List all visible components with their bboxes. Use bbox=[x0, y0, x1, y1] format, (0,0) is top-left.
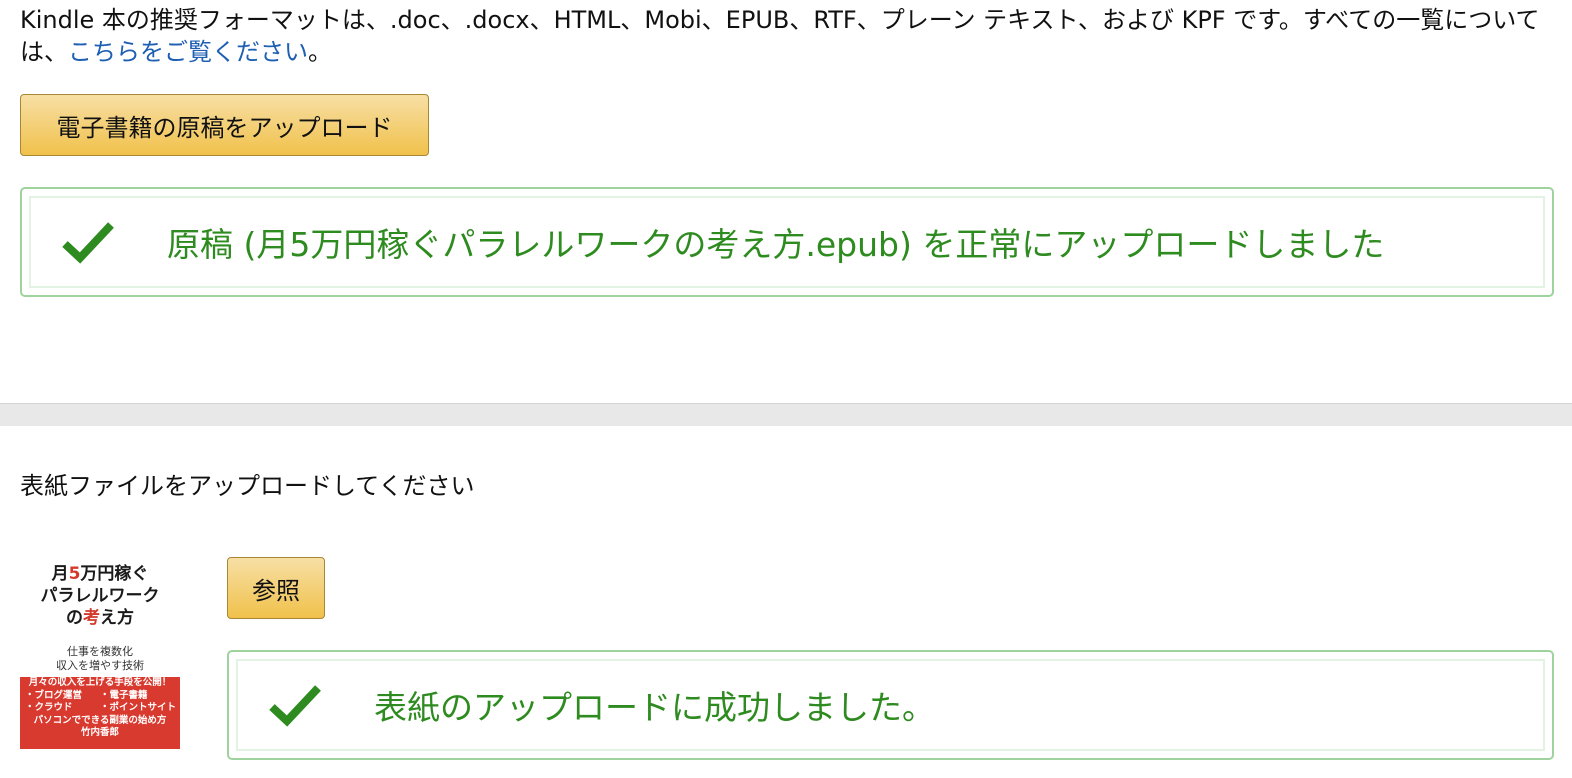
format-info-text: Kindle 本の推奨フォーマットは、.doc、.docx、HTML、Mobi、… bbox=[20, 4, 1560, 68]
cover-band-author: 竹内香郎 bbox=[80, 727, 119, 738]
cover-subtitle-line2: 収入を増やす技術 bbox=[56, 659, 144, 672]
cover-band-row: パソコンでできる副業の始め方 bbox=[20, 715, 180, 728]
manuscript-success-message: 原稿 (月5万円稼ぐパラレルワークの考え方.epub) を正常にアップロードしま… bbox=[167, 225, 1385, 264]
cover-success-alert-inner: 表紙のアップロードに成功しました。 bbox=[236, 659, 1545, 751]
cover-title-line1-a: 月 bbox=[51, 564, 69, 584]
cover-success-alert: 表紙のアップロードに成功しました。 bbox=[227, 650, 1554, 760]
cover-band-line1: 月々の収入を上げる手段を公開！ bbox=[28, 677, 172, 688]
cover-band-line3: パソコンでできる副業の始め方 bbox=[33, 714, 167, 726]
cover-title-line3-a: の bbox=[66, 608, 83, 628]
cover-band-item: ・ブログ運営 bbox=[25, 689, 83, 701]
cover-title-line3: の考え方 bbox=[20, 607, 180, 629]
format-list-link[interactable]: こちらをご覧ください bbox=[68, 38, 308, 66]
cover-title-line2: パラレルワーク bbox=[40, 586, 160, 606]
cover-thumbnail: 月5万円稼ぐ パラレルワーク の考え方 仕事を複数化 収入を増やす技術 月々の収… bbox=[20, 557, 180, 749]
cover-title-line3-c: え方 bbox=[100, 608, 134, 628]
upload-manuscript-button[interactable]: 電子書籍の原稿をアップロード bbox=[20, 94, 429, 156]
cover-band-row: 竹内香郎 bbox=[20, 727, 180, 740]
check-icon bbox=[62, 222, 114, 264]
cover-thumbnail-band: 月々の収入を上げる手段を公開！ ・ブログ運営 ・電子書籍 ・クラウド ・ポイントサイ… bbox=[20, 677, 180, 749]
cover-band-row: ・ブログ運営 ・電子書籍 bbox=[20, 690, 180, 703]
manuscript-success-alert-inner: 原稿 (月5万円稼ぐパラレルワークの考え方.epub) を正常にアップロードしま… bbox=[29, 196, 1545, 288]
cover-thumbnail-title: 月5万円稼ぐ パラレルワーク の考え方 bbox=[20, 563, 180, 629]
cover-upload-heading: 表紙ファイルをアップロードしてください bbox=[20, 472, 475, 500]
cover-success-message: 表紙のアップロードに成功しました。 bbox=[374, 688, 935, 727]
cover-title-line3-b: 考 bbox=[83, 608, 100, 628]
cover-band-item: ・電子書籍 bbox=[100, 689, 148, 701]
cover-band-row: 月々の収入を上げる手段を公開！ bbox=[20, 677, 180, 690]
cover-title-line1-c: 万円稼ぐ bbox=[80, 564, 149, 584]
cover-band-row: ・クラウド ・ポイントサイト bbox=[20, 702, 180, 715]
cover-band-item: ・ポイントサイト bbox=[100, 702, 177, 713]
cover-title-line1: 月5万円稼ぐ bbox=[20, 563, 180, 585]
check-icon bbox=[269, 685, 321, 727]
section-divider bbox=[0, 403, 1572, 426]
cover-band-item: ・クラウド bbox=[25, 702, 73, 713]
browse-cover-button[interactable]: 参照 bbox=[227, 557, 325, 619]
manuscript-success-alert: 原稿 (月5万円稼ぐパラレルワークの考え方.epub) を正常にアップロードしま… bbox=[20, 187, 1554, 297]
cover-subtitle-line1: 仕事を複数化 bbox=[67, 645, 133, 658]
cover-title-line1-b: 5 bbox=[68, 564, 81, 584]
cover-thumbnail-subtitle: 仕事を複数化 収入を増やす技術 bbox=[20, 645, 180, 673]
format-info-suffix: 。 bbox=[308, 38, 332, 66]
